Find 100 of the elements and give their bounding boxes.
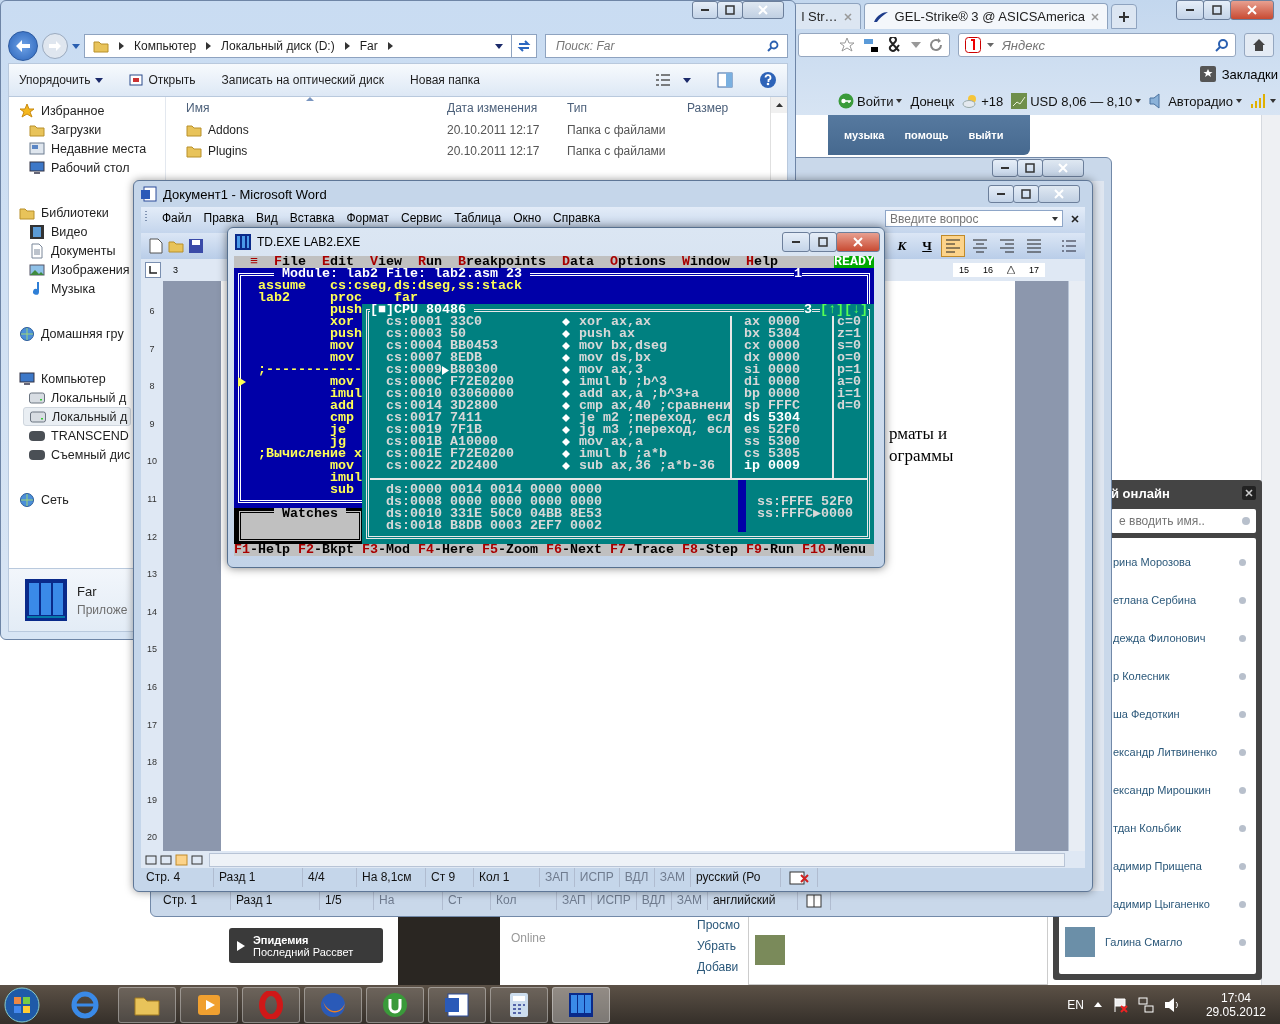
nav-item[interactable]: Недавние места <box>23 139 150 158</box>
minimize-button[interactable] <box>1176 0 1204 20</box>
menu-item[interactable]: Options <box>610 256 666 268</box>
menu-item[interactable]: Run <box>418 256 442 268</box>
tab-selector[interactable] <box>145 262 161 278</box>
minimize-button[interactable] <box>992 159 1018 177</box>
toolbar-item[interactable]: Донецк <box>910 93 955 109</box>
menu-item[interactable]: View <box>370 256 402 268</box>
maximize-button[interactable] <box>717 1 743 19</box>
menu-item[interactable]: Вставка <box>283 210 341 226</box>
menu-item[interactable]: Окно <box>507 210 548 226</box>
column-header[interactable]: Дата изменения <box>447 101 567 115</box>
command-button[interactable]: Новая папка <box>410 73 480 87</box>
contact-name[interactable]: р Колесник <box>1113 670 1170 682</box>
file-name[interactable]: Plugins <box>186 142 447 159</box>
function-key-hint[interactable]: F8-Step <box>682 544 738 556</box>
help-box[interactable]: Введите вопрос <box>885 210 1063 227</box>
format-button[interactable]: Ч <box>916 235 938 257</box>
menu-item[interactable]: Таблица <box>448 210 508 226</box>
help-field[interactable]: Введите вопрос <box>890 211 1052 226</box>
nav-link[interactable]: выйти <box>960 125 1012 145</box>
horizontal-scrollbar[interactable] <box>209 852 1065 867</box>
link[interactable]: Убрать <box>697 936 740 957</box>
contact-name[interactable]: ша Федоткин <box>1113 708 1180 720</box>
maximize-button[interactable] <box>809 232 837 252</box>
nav-item[interactable]: TRANSCEND <box>23 426 132 445</box>
maximize-button[interactable] <box>1017 159 1043 177</box>
close-button[interactable] <box>1242 486 1256 500</box>
maximize-button[interactable] <box>1203 0 1231 20</box>
contact-name[interactable]: дежда Филонович <box>1113 632 1206 644</box>
menu-item[interactable]: Формат <box>340 210 396 226</box>
menu-item[interactable]: Сервис <box>395 210 449 226</box>
nav-item[interactable]: Библиотеки <box>13 203 112 222</box>
function-key-hint[interactable]: F4-Here <box>418 544 474 556</box>
command-button[interactable]: Упорядочить <box>19 73 104 87</box>
taskbar-button[interactable] <box>552 986 610 1023</box>
back-button[interactable] <box>8 31 38 61</box>
column-header[interactable]: Размер <box>687 101 729 115</box>
close-control[interactable]: [■] <box>370 304 394 316</box>
nav-item[interactable]: Изображения <box>23 260 133 279</box>
toolbar-item[interactable]: Авторадио <box>1168 93 1233 109</box>
nav-item[interactable]: Локальный д <box>23 407 132 426</box>
command-button[interactable]: Записать на оптический диск <box>221 73 385 87</box>
taskbar-button[interactable] <box>490 986 548 1023</box>
function-key-hint[interactable]: F6-Next <box>546 544 602 556</box>
taskbar-button[interactable] <box>118 986 176 1023</box>
function-key-hint[interactable]: F7-Trace <box>610 544 674 556</box>
maximize-button[interactable] <box>1013 185 1039 203</box>
nav-item[interactable]: Документы <box>23 241 119 260</box>
contact-name[interactable]: тдан Кольбик <box>1113 822 1182 834</box>
contact-name[interactable]: Галина Смагло <box>1105 936 1183 948</box>
menu-item[interactable]: File <box>274 256 306 268</box>
contact-name[interactable]: ександр Литвиненко <box>1113 746 1218 758</box>
toolbar-item[interactable]: +18 <box>981 93 1004 109</box>
search-field[interactable]: Яндекс <box>1000 36 1209 54</box>
function-key-hint[interactable]: F10-Menu <box>802 544 866 556</box>
link[interactable]: Добави <box>697 957 740 978</box>
nav-item[interactable]: Домашняя гру <box>13 324 127 343</box>
contact-name[interactable]: адимир Цыганенко <box>1113 898 1210 910</box>
language-indicator[interactable]: EN <box>1067 997 1084 1012</box>
browser-tab[interactable]: GEL-Strike® 3 @ ASICSAmerica <box>863 3 1108 29</box>
nav-item[interactable]: Съемный дис <box>23 445 134 464</box>
nav-item[interactable]: Локальный д <box>23 388 130 407</box>
scrollbar[interactable] <box>1261 115 1280 985</box>
contact-name[interactable]: ександр Мирошкин <box>1113 784 1211 796</box>
search-bar[interactable]: е вводить имя.. <box>1111 509 1256 533</box>
contact-name[interactable]: адимир Прищепа <box>1113 860 1202 872</box>
function-key-hint[interactable]: F1-Help <box>234 544 290 556</box>
scrollbar[interactable] <box>1068 281 1085 851</box>
nav-item[interactable]: Избранное <box>13 101 108 120</box>
menu-item[interactable]: ≡ <box>250 256 258 268</box>
clock-date[interactable]: 29.05.2012 <box>1205 1004 1266 1019</box>
align-button[interactable] <box>941 235 965 257</box>
address-field[interactable]: Компьютер Локальный диск (D:) Far <box>84 34 512 58</box>
address-bar[interactable] <box>798 33 950 57</box>
home-button[interactable] <box>1244 33 1274 57</box>
nav-item[interactable]: Рабочий стол <box>23 158 133 177</box>
function-key-hint[interactable]: F9-Run <box>746 544 794 556</box>
search-bar[interactable]: Яндекс <box>958 33 1236 57</box>
menu-item[interactable]: Файл <box>156 210 198 226</box>
format-button[interactable]: К <box>891 235 913 257</box>
name-search-field[interactable]: е вводить имя.. <box>1117 513 1242 529</box>
menu-item[interactable]: Правка <box>197 210 251 226</box>
contact-name[interactable]: рина Морозова <box>1113 556 1191 568</box>
nav-item[interactable]: Сеть <box>13 490 72 509</box>
breadcrumb-item[interactable]: Компьютер <box>134 39 197 53</box>
minimize-button[interactable] <box>782 232 810 252</box>
function-key-hint[interactable]: F5-Zoom <box>482 544 538 556</box>
menu-item[interactable]: Breakpoints <box>458 256 546 268</box>
menu-item[interactable]: Data <box>562 256 594 268</box>
nav-link[interactable]: помощь <box>896 125 957 145</box>
refresh-button[interactable] <box>511 34 537 58</box>
breadcrumb-item[interactable]: Локальный диск (D:) <box>221 39 335 53</box>
nav-item[interactable]: Видео <box>23 222 91 241</box>
toolbar-item[interactable]: USD 8,06 — 8,10 <box>1030 93 1133 109</box>
taskbar-button[interactable] <box>180 986 238 1023</box>
contact-name[interactable]: етлана Сербина <box>1113 594 1197 606</box>
nav-item[interactable]: Компьютер <box>13 369 109 388</box>
search-field[interactable]: Поиск: Far <box>554 38 767 54</box>
function-key-hint[interactable]: F3-Mod <box>362 544 410 556</box>
